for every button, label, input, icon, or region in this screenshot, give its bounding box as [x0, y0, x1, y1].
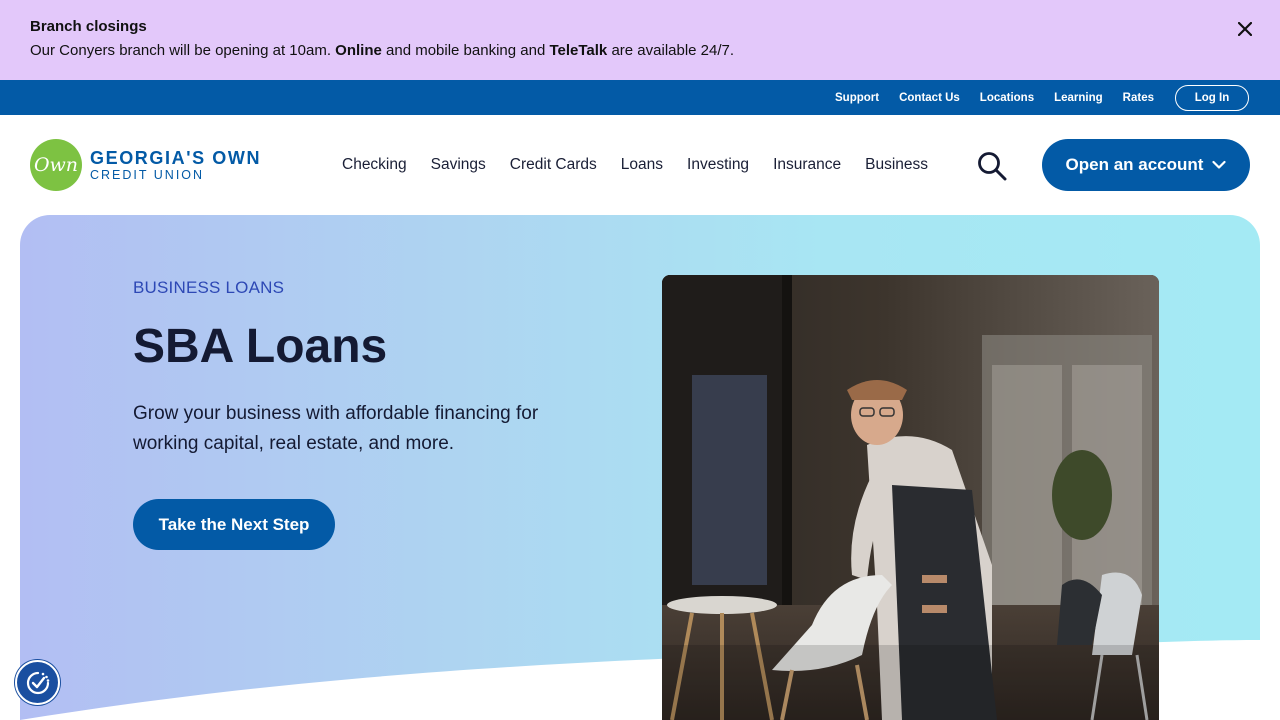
nav-item-business[interactable]: Business	[865, 155, 928, 175]
hero-description: Grow your business with affordable finan…	[133, 403, 539, 454]
nav-links: Checking Savings Credit Cards Loans Inve…	[342, 155, 952, 175]
logo-mark: Own	[30, 139, 82, 191]
nav-item-credit-cards[interactable]: Credit Cards	[510, 155, 597, 175]
open-account-label: Open an account	[1065, 155, 1204, 174]
search-icon[interactable]	[976, 151, 1008, 181]
hero-eyebrow: BUSINESS LOANS	[133, 278, 285, 297]
utility-link-support[interactable]: Support	[835, 92, 879, 104]
nav-item-insurance[interactable]: Insurance	[773, 155, 841, 175]
utility-link-rates[interactable]: Rates	[1123, 92, 1154, 104]
utility-link-locations[interactable]: Locations	[980, 92, 1034, 104]
alert-message-bold-online: Online	[335, 42, 382, 59]
take-next-step-button[interactable]: Take the Next Step	[133, 499, 335, 550]
page-title: SBA Loans	[133, 320, 388, 373]
chevron-down-icon	[1212, 160, 1227, 169]
alert-banner: Branch closings Our Conyers branch will …	[0, 0, 1280, 80]
login-button[interactable]: Log In	[1175, 84, 1249, 111]
utility-link-contact-us[interactable]: Contact Us	[899, 92, 960, 104]
nav-item-investing[interactable]: Investing	[687, 155, 749, 175]
logo-mark-text: Own	[33, 154, 79, 176]
logo[interactable]: Own GEORGIA'S OWN CREDIT UNION	[30, 139, 261, 191]
utility-link-learning[interactable]: Learning	[1054, 92, 1103, 104]
main-nav: Own GEORGIA'S OWN CREDIT UNION Checking …	[0, 115, 1280, 215]
nav-item-checking[interactable]: Checking	[342, 155, 407, 175]
alert-title: Branch closings	[30, 18, 147, 35]
logo-wordmark: GEORGIA'S OWN CREDIT UNION	[90, 148, 261, 182]
utility-bar: Support Contact Us Locations Learning Ra…	[0, 80, 1280, 115]
hero-photo	[662, 275, 1159, 720]
open-account-button[interactable]: Open an account	[1042, 139, 1250, 191]
alert-message-text-1: Our Conyers branch will be opening at 10…	[30, 42, 336, 59]
accessibility-icon[interactable]	[15, 660, 60, 705]
alert-message-bold-teletalk: TeleTalk	[549, 42, 608, 59]
alert-message-text-2: and mobile banking and	[381, 42, 550, 59]
logo-line2: CREDIT UNION	[90, 168, 205, 182]
close-icon[interactable]	[1234, 18, 1256, 40]
logo-line1: GEORGIA'S OWN	[90, 148, 262, 168]
nav-item-loans[interactable]: Loans	[621, 155, 663, 175]
alert-message-text-3: are available 24/7.	[607, 42, 735, 59]
nav-item-savings[interactable]: Savings	[431, 155, 486, 175]
alert-message: Our Conyers branch will be opening at 10…	[30, 41, 1250, 61]
